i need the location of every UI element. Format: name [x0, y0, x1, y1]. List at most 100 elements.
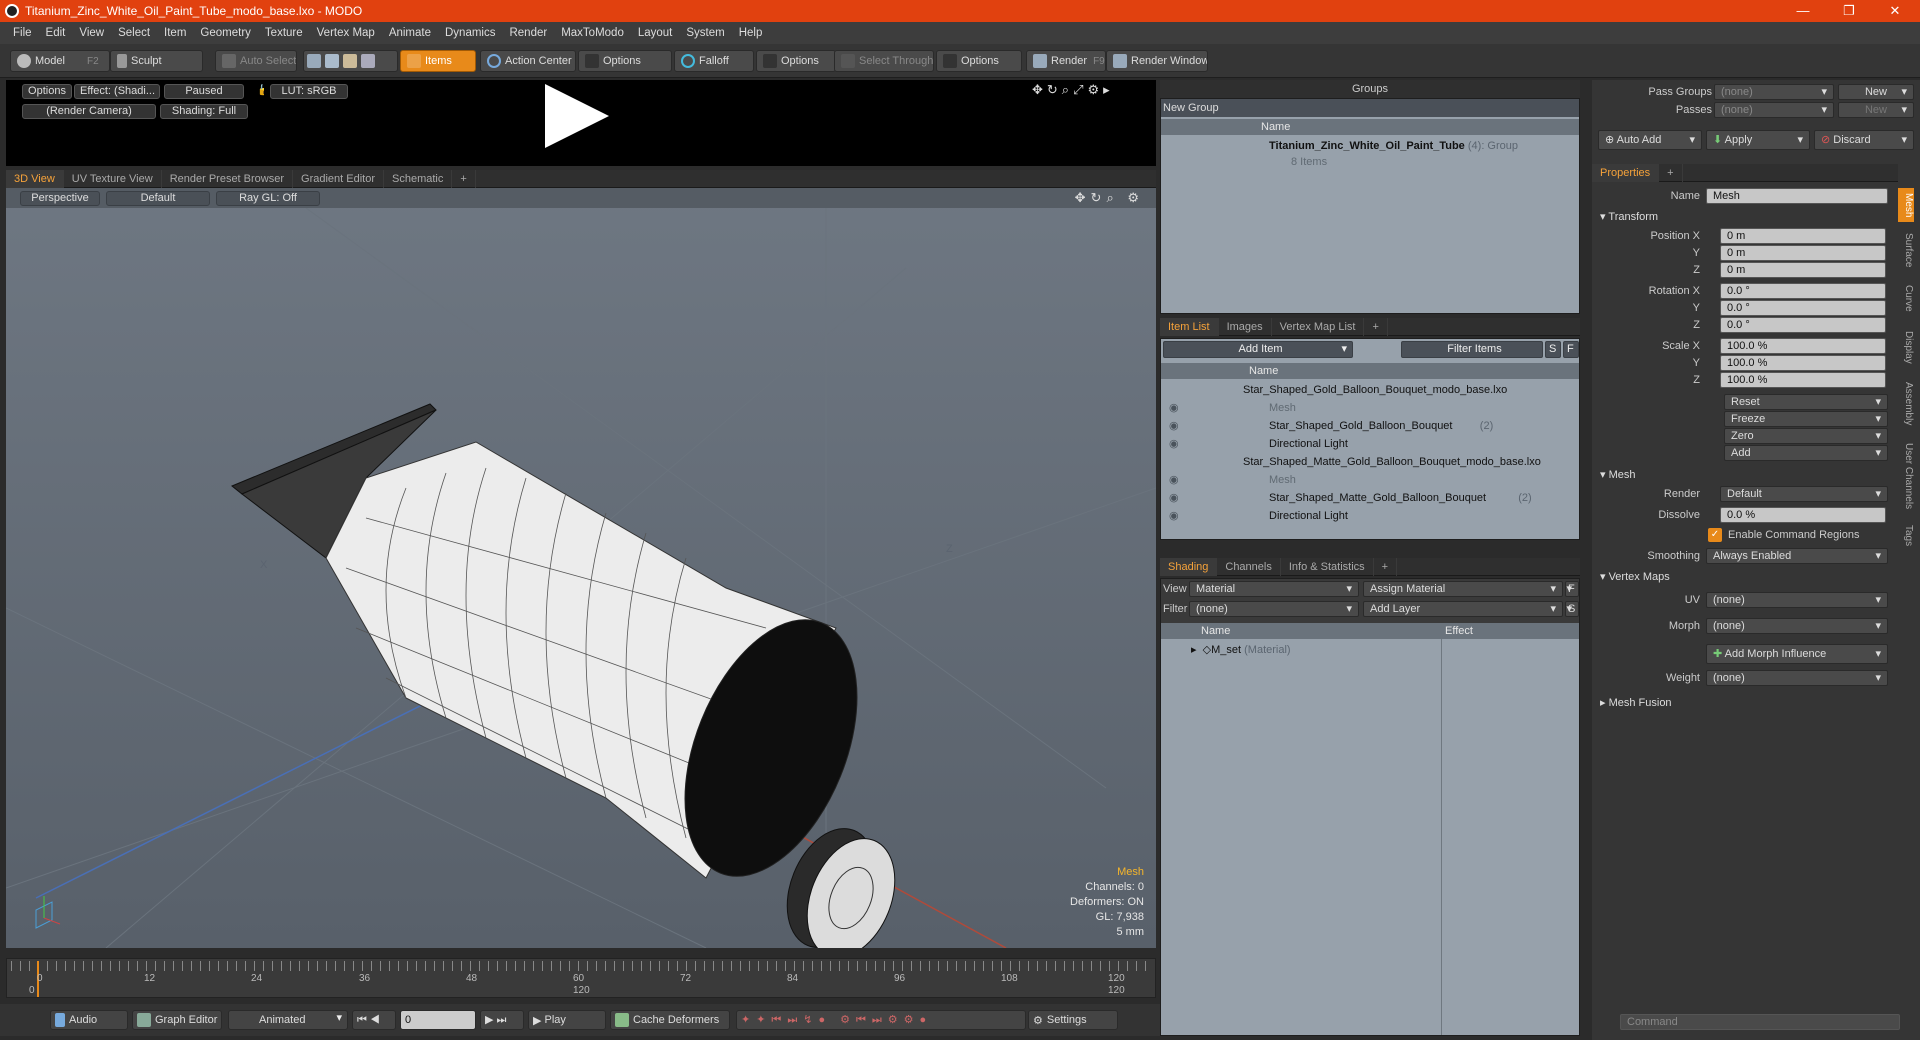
add-properties-tab[interactable]: +	[1659, 163, 1683, 182]
tab-gradient-editor[interactable]: Gradient Editor	[293, 169, 384, 188]
audio-button[interactable]: Audio	[50, 1010, 128, 1030]
item-list-row[interactable]: Star_Shaped_Matte_Gold_Balloon_Bouquet_m…	[1161, 453, 1579, 471]
shading-mode-dropdown[interactable]: Shading: Full	[160, 104, 248, 119]
assign-material-dropdown[interactable]: Assign Material	[1363, 581, 1563, 597]
preview-paused-toggle[interactable]: Paused	[164, 84, 244, 99]
paint-tube-mesh[interactable]	[231, 403, 911, 948]
side-tab-mesh[interactable]: Mesh	[1898, 188, 1914, 222]
tab-3d-view[interactable]: 3D View	[6, 169, 64, 188]
rotation-x-field[interactable]: 0.0 °	[1720, 283, 1886, 299]
name-field[interactable]: Mesh	[1706, 188, 1888, 204]
passes-dropdown[interactable]: (none)	[1714, 102, 1834, 118]
materials-mode-icon[interactable]	[361, 54, 375, 68]
polygons-mode-icon[interactable]	[343, 54, 357, 68]
menu-dynamics[interactable]: Dynamics	[438, 27, 502, 39]
restore-button[interactable]: ❐	[1826, 0, 1872, 22]
menu-select[interactable]: Select	[111, 27, 157, 39]
menu-geometry[interactable]: Geometry	[193, 27, 258, 39]
side-tab-assembly[interactable]: Assembly	[1898, 378, 1914, 430]
visibility-eye-icon[interactable]: ◉	[1169, 399, 1179, 417]
menu-view[interactable]: View	[72, 27, 111, 39]
filter-s-button[interactable]: S	[1545, 341, 1561, 358]
scale-z-field[interactable]: 100.0 %	[1720, 372, 1886, 388]
add-item-dropdown[interactable]: Add Item	[1163, 341, 1353, 358]
viewport-style-dropdown[interactable]: Default	[106, 191, 210, 206]
tab-render-preset-browser[interactable]: Render Preset Browser	[162, 169, 294, 188]
position-x-field[interactable]: 0 m	[1720, 228, 1886, 244]
new-group-button[interactable]: New Group	[1161, 99, 1579, 117]
preview-effect-dropdown[interactable]: Effect: (Shadi...	[74, 84, 160, 99]
menu-render[interactable]: Render	[502, 27, 554, 39]
settings-button[interactable]: ⚙ Settings	[1028, 1010, 1118, 1030]
weight-dropdown[interactable]: (none)	[1706, 670, 1888, 686]
new-pass-group-button[interactable]: New	[1838, 84, 1914, 100]
auto-select-button[interactable]: Auto Select	[215, 50, 297, 72]
select-through-options-button[interactable]: Options	[936, 50, 1022, 72]
add-layer-dropdown[interactable]: Add Layer	[1363, 601, 1563, 617]
action-center-options-button[interactable]: Options	[578, 50, 672, 72]
falloff-button[interactable]: Falloff	[674, 50, 754, 72]
cache-deformers-button[interactable]: Cache Deformers	[610, 1010, 730, 1030]
side-tab-curve[interactable]: Curve	[1898, 280, 1914, 316]
edges-mode-icon[interactable]	[325, 54, 339, 68]
play-render-icon[interactable]	[545, 84, 609, 148]
visibility-eye-icon[interactable]: ◉	[1169, 417, 1179, 435]
shading-f-button[interactable]: F	[1565, 581, 1579, 597]
item-list-row[interactable]: ◉ Directional Light	[1161, 435, 1579, 453]
projection-dropdown[interactable]: Perspective	[20, 191, 100, 206]
vertex-maps-section[interactable]: ▾ Vertex Maps	[1600, 570, 1670, 583]
shader-row-mset[interactable]: ▸ ◇M_set (Material)	[1191, 641, 1291, 659]
visibility-eye-icon[interactable]: ◉	[1169, 489, 1179, 507]
action-center-button[interactable]: Action Center	[480, 50, 576, 72]
render-button[interactable]: Render F9	[1026, 50, 1106, 72]
filter-items-field[interactable]: Filter Items	[1401, 341, 1543, 358]
lut-dropdown[interactable]: LUT: sRGB	[270, 84, 348, 99]
smoothing-dropdown[interactable]: Always Enabled	[1706, 548, 1888, 564]
render-window-button[interactable]: Render Window	[1106, 50, 1208, 72]
side-tab-tags[interactable]: Tags	[1898, 520, 1914, 552]
vertices-mode-icon[interactable]	[307, 54, 321, 68]
close-button[interactable]: ✕	[1872, 0, 1918, 22]
viewport-nav-icons[interactable]: ✥↻⌕ ⚙	[1075, 190, 1144, 206]
current-frame-field[interactable]: 0	[400, 1010, 476, 1030]
new-pass-button[interactable]: New	[1838, 102, 1914, 118]
scale-y-field[interactable]: 100.0 %	[1720, 355, 1886, 371]
render-camera-dropdown[interactable]: (Render Camera)	[22, 104, 156, 119]
menu-system[interactable]: System	[679, 27, 731, 39]
transport-back-buttons[interactable]: ⏮ ◀	[352, 1010, 396, 1030]
zero-dropdown[interactable]: Zero	[1724, 428, 1888, 444]
add-tab-button[interactable]: +	[452, 169, 476, 188]
item-list-row[interactable]: ◉ Star_Shaped_Gold_Balloon_Bouquet (2)	[1161, 417, 1579, 435]
sculpt-mode-button[interactable]: Sculpt	[110, 50, 203, 72]
side-tab-user-channels[interactable]: User Channels	[1898, 438, 1914, 514]
shading-s-button[interactable]: S	[1565, 601, 1579, 617]
scale-x-field[interactable]: 100.0 %	[1720, 338, 1886, 354]
tab-schematic[interactable]: Schematic	[384, 169, 453, 188]
position-z-field[interactable]: 0 m	[1720, 262, 1886, 278]
menu-texture[interactable]: Texture	[258, 27, 310, 39]
item-list-row[interactable]: ◉ Mesh	[1161, 471, 1579, 489]
tab-shading[interactable]: Shading	[1160, 557, 1218, 576]
tab-channels[interactable]: Channels	[1217, 557, 1281, 576]
position-y-field[interactable]: 0 m	[1720, 245, 1886, 261]
menu-help[interactable]: Help	[732, 27, 770, 39]
rotation-z-field[interactable]: 0.0 °	[1720, 317, 1886, 333]
side-tab-surface[interactable]: Surface	[1898, 228, 1914, 272]
discard-button[interactable]: ⊘ Discard	[1814, 130, 1914, 150]
item-list-row[interactable]: ◉ Mesh	[1161, 399, 1579, 417]
tab-uv-texture-view[interactable]: UV Texture View	[64, 169, 162, 188]
preview-options-button[interactable]: Options	[22, 84, 72, 99]
menu-edit[interactable]: Edit	[39, 27, 73, 39]
minimize-button[interactable]: —	[1780, 0, 1826, 22]
apply-button[interactable]: ⬇ Apply	[1706, 130, 1810, 150]
raygl-toggle[interactable]: Ray GL: Off	[216, 191, 320, 206]
side-tab-display[interactable]: Display	[1898, 326, 1914, 368]
falloff-options-button[interactable]: Options	[756, 50, 836, 72]
preview-nav-icons[interactable]: ✥↻⌕⤢⚙▸	[1032, 82, 1114, 98]
item-list-row[interactable]: ◉ Star_Shaped_Matte_Gold_Balloon_Bouquet (…	[1161, 489, 1579, 507]
command-input[interactable]: Command	[1620, 1014, 1900, 1030]
filter-f-button[interactable]: F	[1563, 341, 1579, 358]
menu-layout[interactable]: Layout	[631, 27, 680, 39]
dissolve-field[interactable]: 0.0 %	[1720, 507, 1886, 523]
freeze-dropdown[interactable]: Freeze	[1724, 411, 1888, 427]
